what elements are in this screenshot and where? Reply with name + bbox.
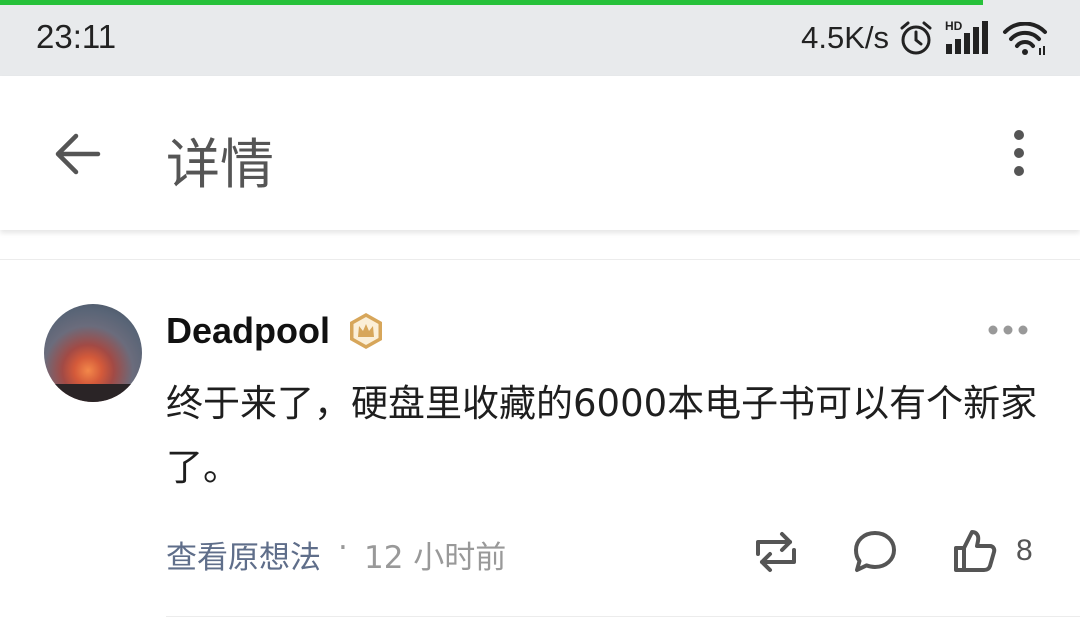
meta-separator: · [338,530,348,566]
avatar[interactable] [44,304,142,402]
avatar-ground [44,384,142,402]
back-button[interactable] [50,126,106,182]
more-options-button[interactable] [1000,128,1038,180]
network-speed: 4.5K/s [801,20,889,55]
reply-button[interactable] [852,530,898,574]
app-bar: 详情 [0,76,1080,230]
page-load-progress [0,0,983,5]
comment-more-icon[interactable] [986,322,1030,338]
hd-signal-icon: HD [945,19,988,54]
page-title: 详情 [166,133,274,196]
comment-text: 终于来了，硬盘里收藏的6000本电子书可以有个新家了。 [166,382,1038,489]
comment-card: Deadpool 终于来了，硬盘里收藏的6000本电子书可以有个新家了。 查看原… [0,260,1080,624]
alarm-icon [900,21,932,55]
status-bar: 23:11 4.5K/s HD [0,0,1080,76]
username[interactable]: Deadpool [166,310,330,352]
svg-text:HD: HD [945,19,963,33]
repost-button[interactable] [752,530,800,574]
status-time: 23:11 [36,18,117,55]
like-count: 8 [1016,534,1033,567]
divider [166,616,1080,617]
wifi-icon [1003,22,1047,55]
view-original-link[interactable]: 查看原想法 [166,532,321,577]
like-button[interactable] [952,528,998,574]
timestamp: 12 小时前 [364,540,507,576]
crown-badge-icon [350,313,382,349]
